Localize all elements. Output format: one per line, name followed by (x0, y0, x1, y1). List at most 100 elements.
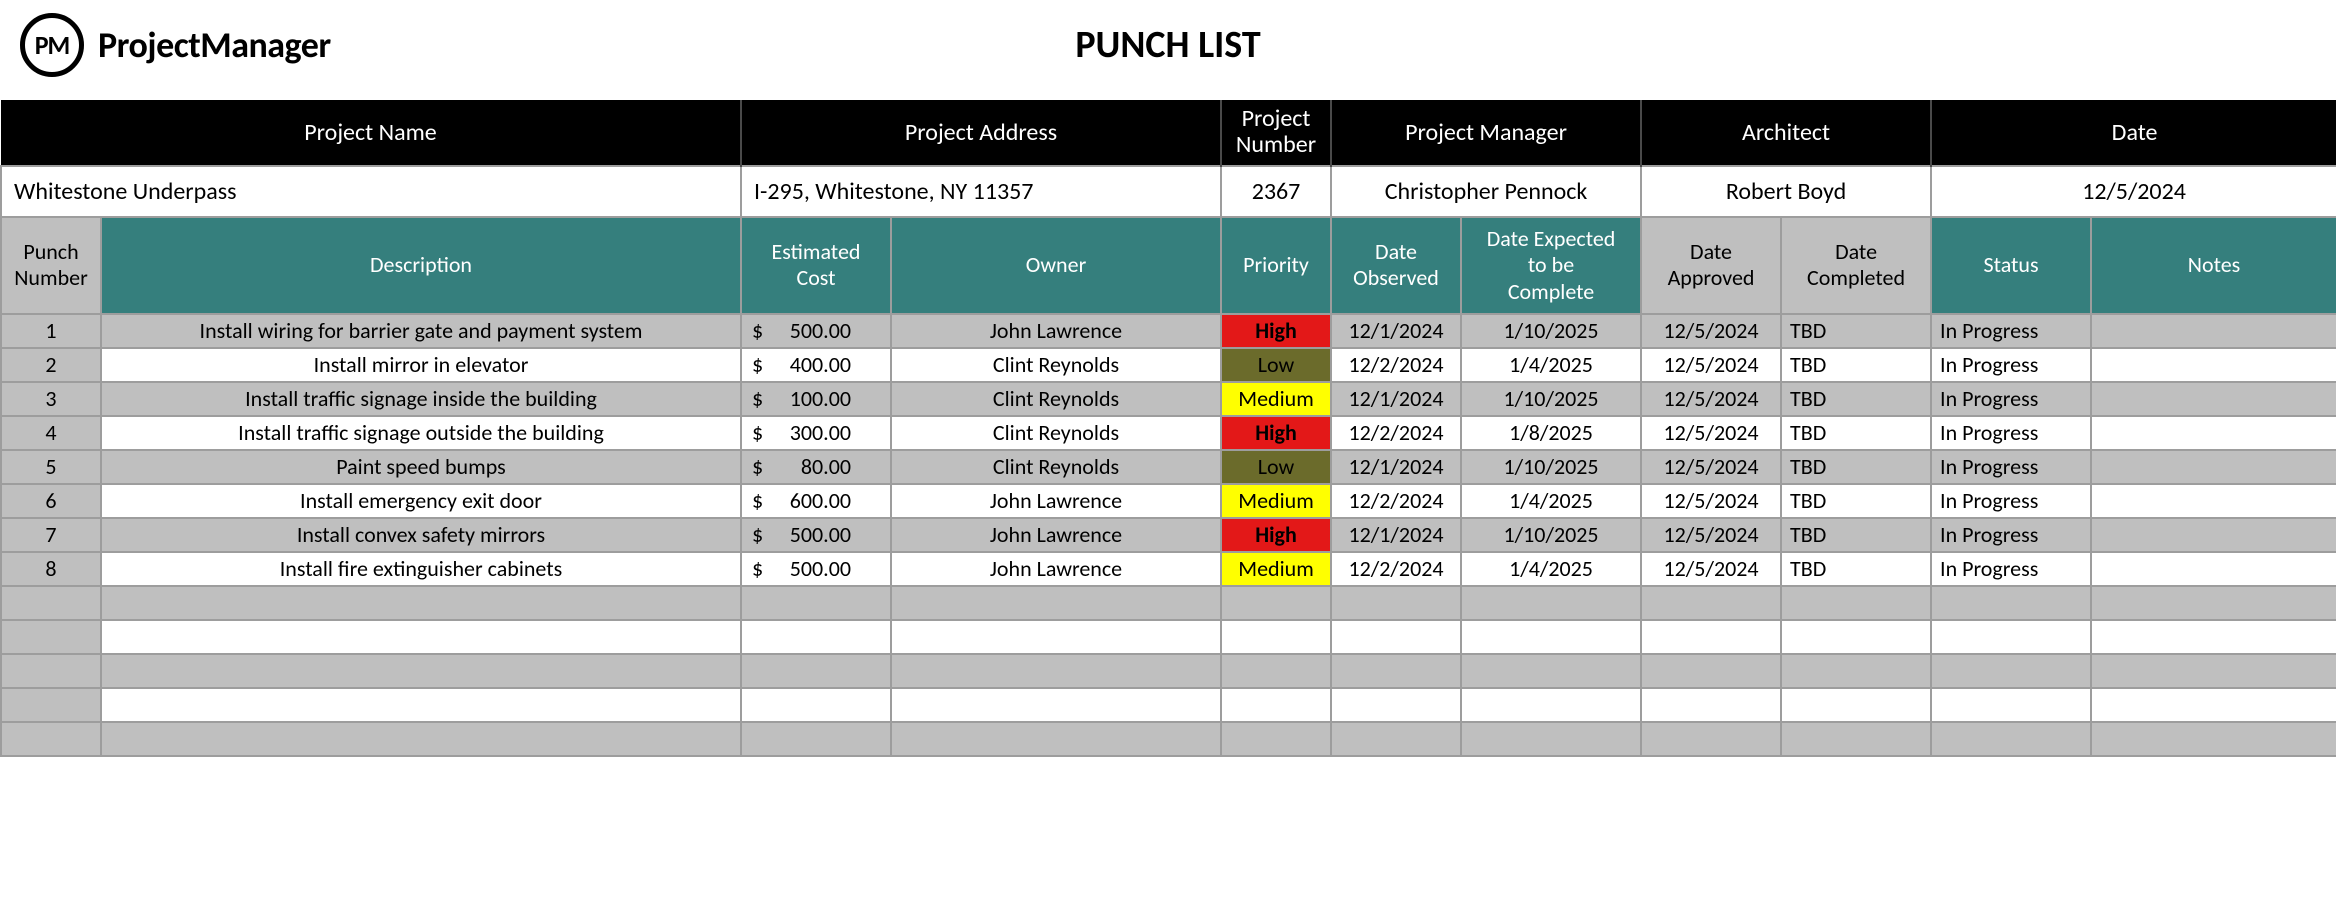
cell-empty[interactable] (1331, 586, 1461, 620)
cell-description[interactable]: Install wiring for barrier gate and paym… (101, 314, 741, 348)
cell-empty[interactable] (101, 654, 741, 688)
cell-owner[interactable]: John Lawrence (891, 518, 1221, 552)
cell-estimated-cost[interactable]: $500.00 (741, 552, 891, 586)
cell-empty[interactable] (1641, 688, 1781, 722)
cell-owner[interactable]: Clint Reynolds (891, 416, 1221, 450)
cell-date-expected[interactable]: 1/10/2025 (1461, 450, 1641, 484)
cell-date-completed[interactable]: TBD (1781, 416, 1931, 450)
cell-empty[interactable] (1931, 620, 2091, 654)
cell-empty[interactable] (741, 586, 891, 620)
value-project-number[interactable]: 2367 (1221, 166, 1331, 217)
cell-empty[interactable] (1781, 688, 1931, 722)
value-project-manager[interactable]: Christopher Pennock (1331, 166, 1641, 217)
cell-date-completed[interactable]: TBD (1781, 484, 1931, 518)
cell-owner[interactable]: Clint Reynolds (891, 348, 1221, 382)
cell-status[interactable]: In Progress (1931, 484, 2091, 518)
cell-status[interactable]: In Progress (1931, 348, 2091, 382)
cell-empty[interactable] (101, 722, 741, 756)
cell-notes[interactable] (2091, 484, 2336, 518)
cell-empty[interactable] (891, 722, 1221, 756)
cell-empty[interactable] (1331, 654, 1461, 688)
cell-empty[interactable] (2091, 620, 2336, 654)
cell-date-completed[interactable]: TBD (1781, 552, 1931, 586)
cell-empty[interactable] (101, 688, 741, 722)
cell-empty[interactable] (1781, 586, 1931, 620)
cell-empty[interactable] (1221, 688, 1331, 722)
cell-empty[interactable] (1461, 586, 1641, 620)
cell-date-observed[interactable]: 12/2/2024 (1331, 348, 1461, 382)
cell-punch-number[interactable]: 6 (1, 484, 101, 518)
cell-empty[interactable] (1461, 722, 1641, 756)
cell-empty[interactable] (1221, 722, 1331, 756)
cell-empty[interactable] (741, 654, 891, 688)
cell-empty[interactable] (1, 722, 101, 756)
cell-owner[interactable]: John Lawrence (891, 552, 1221, 586)
cell-notes[interactable] (2091, 450, 2336, 484)
cell-punch-number[interactable]: 5 (1, 450, 101, 484)
cell-status[interactable]: In Progress (1931, 416, 2091, 450)
cell-description[interactable]: Install mirror in elevator (101, 348, 741, 382)
cell-estimated-cost[interactable]: $80.00 (741, 450, 891, 484)
cell-estimated-cost[interactable]: $300.00 (741, 416, 891, 450)
cell-date-approved[interactable]: 12/5/2024 (1641, 416, 1781, 450)
cell-notes[interactable] (2091, 314, 2336, 348)
cell-empty[interactable] (1, 688, 101, 722)
cell-punch-number[interactable]: 8 (1, 552, 101, 586)
cell-empty[interactable] (1641, 620, 1781, 654)
cell-priority[interactable]: Low (1221, 348, 1331, 382)
cell-date-observed[interactable]: 12/1/2024 (1331, 382, 1461, 416)
cell-empty[interactable] (1, 586, 101, 620)
cell-empty[interactable] (1221, 586, 1331, 620)
cell-empty[interactable] (1931, 688, 2091, 722)
cell-date-observed[interactable]: 12/2/2024 (1331, 416, 1461, 450)
cell-notes[interactable] (2091, 348, 2336, 382)
cell-empty[interactable] (891, 620, 1221, 654)
cell-empty[interactable] (1, 620, 101, 654)
cell-date-approved[interactable]: 12/5/2024 (1641, 450, 1781, 484)
cell-date-expected[interactable]: 1/4/2025 (1461, 484, 1641, 518)
cell-priority[interactable]: Low (1221, 450, 1331, 484)
cell-date-expected[interactable]: 1/10/2025 (1461, 518, 1641, 552)
cell-priority[interactable]: High (1221, 314, 1331, 348)
cell-estimated-cost[interactable]: $600.00 (741, 484, 891, 518)
cell-empty[interactable] (891, 654, 1221, 688)
cell-empty[interactable] (101, 620, 741, 654)
cell-date-observed[interactable]: 12/2/2024 (1331, 484, 1461, 518)
cell-date-completed[interactable]: TBD (1781, 382, 1931, 416)
cell-description[interactable]: Paint speed bumps (101, 450, 741, 484)
cell-empty[interactable] (1331, 620, 1461, 654)
cell-status[interactable]: In Progress (1931, 382, 2091, 416)
cell-priority[interactable]: High (1221, 416, 1331, 450)
cell-owner[interactable]: John Lawrence (891, 484, 1221, 518)
cell-empty[interactable] (1221, 654, 1331, 688)
cell-empty[interactable] (2091, 654, 2336, 688)
cell-empty[interactable] (1331, 688, 1461, 722)
cell-description[interactable]: Install traffic signage inside the build… (101, 382, 741, 416)
cell-empty[interactable] (1641, 722, 1781, 756)
cell-punch-number[interactable]: 4 (1, 416, 101, 450)
value-project-address[interactable]: I-295, Whitestone, NY 11357 (741, 166, 1221, 217)
cell-date-expected[interactable]: 1/8/2025 (1461, 416, 1641, 450)
cell-date-completed[interactable]: TBD (1781, 348, 1931, 382)
cell-date-expected[interactable]: 1/4/2025 (1461, 348, 1641, 382)
cell-estimated-cost[interactable]: $500.00 (741, 314, 891, 348)
value-project-name[interactable]: Whitestone Underpass (1, 166, 741, 217)
cell-empty[interactable] (1, 654, 101, 688)
cell-estimated-cost[interactable]: $400.00 (741, 348, 891, 382)
cell-owner[interactable]: Clint Reynolds (891, 450, 1221, 484)
cell-empty[interactable] (891, 586, 1221, 620)
cell-priority[interactable]: High (1221, 518, 1331, 552)
cell-date-approved[interactable]: 12/5/2024 (1641, 348, 1781, 382)
cell-empty[interactable] (741, 620, 891, 654)
cell-notes[interactable] (2091, 518, 2336, 552)
cell-date-completed[interactable]: TBD (1781, 518, 1931, 552)
cell-date-observed[interactable]: 12/1/2024 (1331, 314, 1461, 348)
cell-date-completed[interactable]: TBD (1781, 450, 1931, 484)
cell-notes[interactable] (2091, 552, 2336, 586)
cell-date-approved[interactable]: 12/5/2024 (1641, 484, 1781, 518)
cell-date-approved[interactable]: 12/5/2024 (1641, 314, 1781, 348)
cell-empty[interactable] (1781, 722, 1931, 756)
cell-status[interactable]: In Progress (1931, 314, 2091, 348)
cell-empty[interactable] (2091, 688, 2336, 722)
cell-date-expected[interactable]: 1/4/2025 (1461, 552, 1641, 586)
